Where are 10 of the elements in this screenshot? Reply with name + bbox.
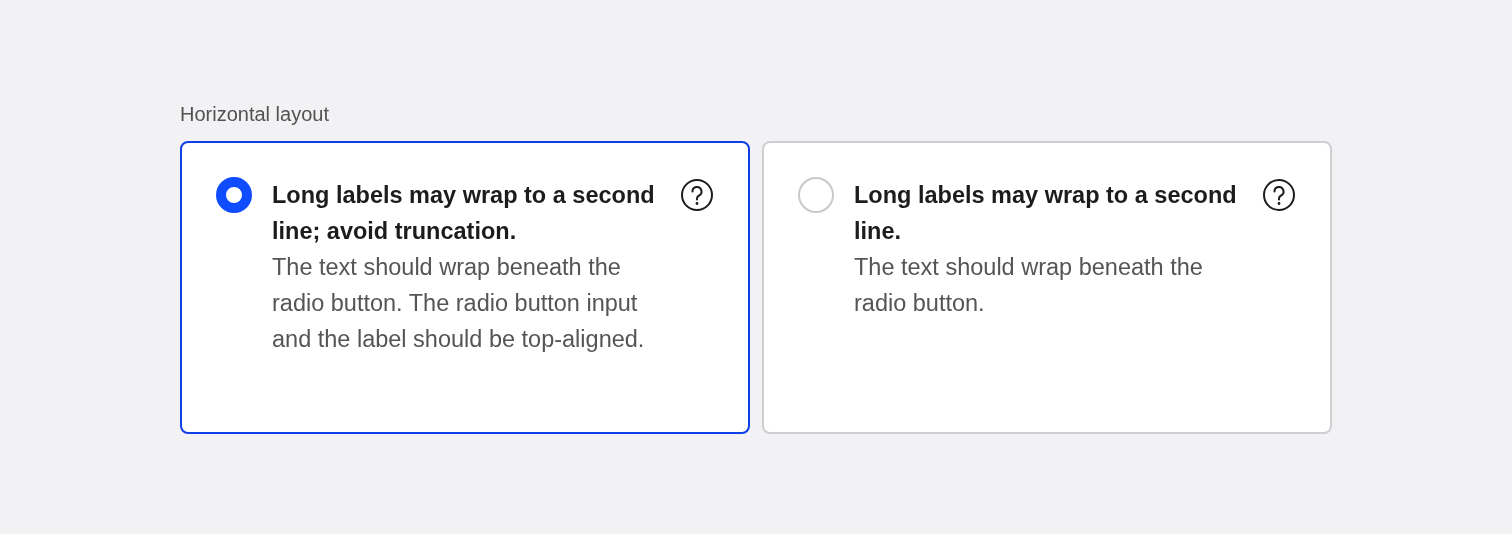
option-title: Long labels may wrap to a second line; avoid truncation. xyxy=(272,181,656,246)
option-card[interactable]: Long labels may wrap to a second line; avoid truncation. The text should wrap beneath the radio button. The radio button input and the label should be top-aligned. xyxy=(180,141,750,434)
option-description: The text should wrap beneath the radio button. The radio button input and the label should be top-aligned. xyxy=(272,253,646,354)
help-icon[interactable] xyxy=(1262,178,1296,212)
radio-button[interactable] xyxy=(216,177,252,213)
option-title: Long labels may wrap to a second line. xyxy=(854,181,1238,246)
section-label: Horizontal layout xyxy=(180,102,330,127)
option-card[interactable]: Long labels may wrap to a second line. The text should wrap beneath the radio button. xyxy=(762,141,1332,434)
option-description: The text should wrap beneath the radio button. xyxy=(854,253,1204,318)
help-icon[interactable] xyxy=(680,178,714,212)
